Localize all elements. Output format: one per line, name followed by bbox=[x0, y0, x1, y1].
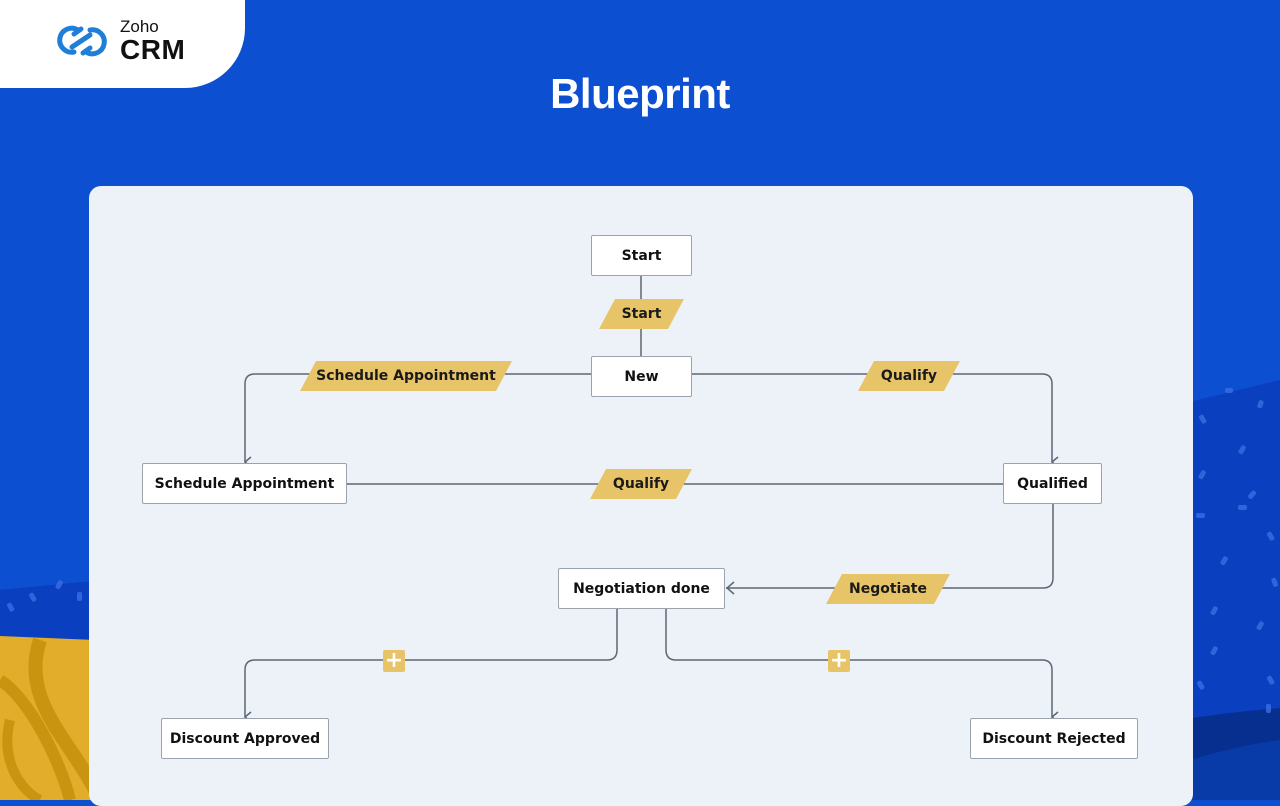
transition-label: Qualify bbox=[612, 476, 670, 492]
transition-label: Negotiate bbox=[849, 581, 927, 597]
state-label: New bbox=[624, 368, 659, 385]
state-discount-approved[interactable]: Discount Approved bbox=[161, 718, 329, 759]
state-new[interactable]: New bbox=[591, 356, 692, 397]
state-negotiation-done[interactable]: Negotiation done bbox=[558, 568, 725, 609]
state-label: Start bbox=[621, 247, 662, 264]
plus-icon: + bbox=[829, 648, 849, 673]
connector-negotiation-approved bbox=[243, 609, 618, 723]
plus-icon: + bbox=[384, 648, 404, 673]
state-qualified[interactable]: Qualified bbox=[1003, 463, 1102, 504]
transition-label: Qualify bbox=[880, 368, 938, 384]
transition-label: Start bbox=[621, 306, 662, 322]
transition-schedule-appointment[interactable]: Schedule Appointment bbox=[308, 361, 504, 391]
connector-negotiation-rejected bbox=[665, 609, 1059, 723]
connector-lines bbox=[243, 275, 1059, 723]
add-transition-rejected-button[interactable]: + bbox=[828, 650, 850, 672]
transition-negotiate[interactable]: Negotiate bbox=[834, 574, 942, 604]
transition-qualify-from-schedule[interactable]: Qualify bbox=[598, 469, 684, 499]
transition-start[interactable]: Start bbox=[607, 299, 676, 329]
state-label: Schedule Appointment bbox=[154, 475, 335, 492]
transition-label: Schedule Appointment bbox=[316, 368, 496, 384]
state-label: Negotiation done bbox=[573, 580, 710, 597]
state-discount-rejected[interactable]: Discount Rejected bbox=[970, 718, 1138, 759]
state-label: Qualified bbox=[1017, 475, 1088, 492]
state-start[interactable]: Start bbox=[591, 235, 692, 276]
state-schedule-appointment[interactable]: Schedule Appointment bbox=[142, 463, 347, 504]
add-transition-approved-button[interactable]: + bbox=[383, 650, 405, 672]
state-label: Discount Approved bbox=[169, 730, 321, 747]
transition-qualify-from-new[interactable]: Qualify bbox=[866, 361, 952, 391]
state-label: Discount Rejected bbox=[982, 730, 1126, 747]
